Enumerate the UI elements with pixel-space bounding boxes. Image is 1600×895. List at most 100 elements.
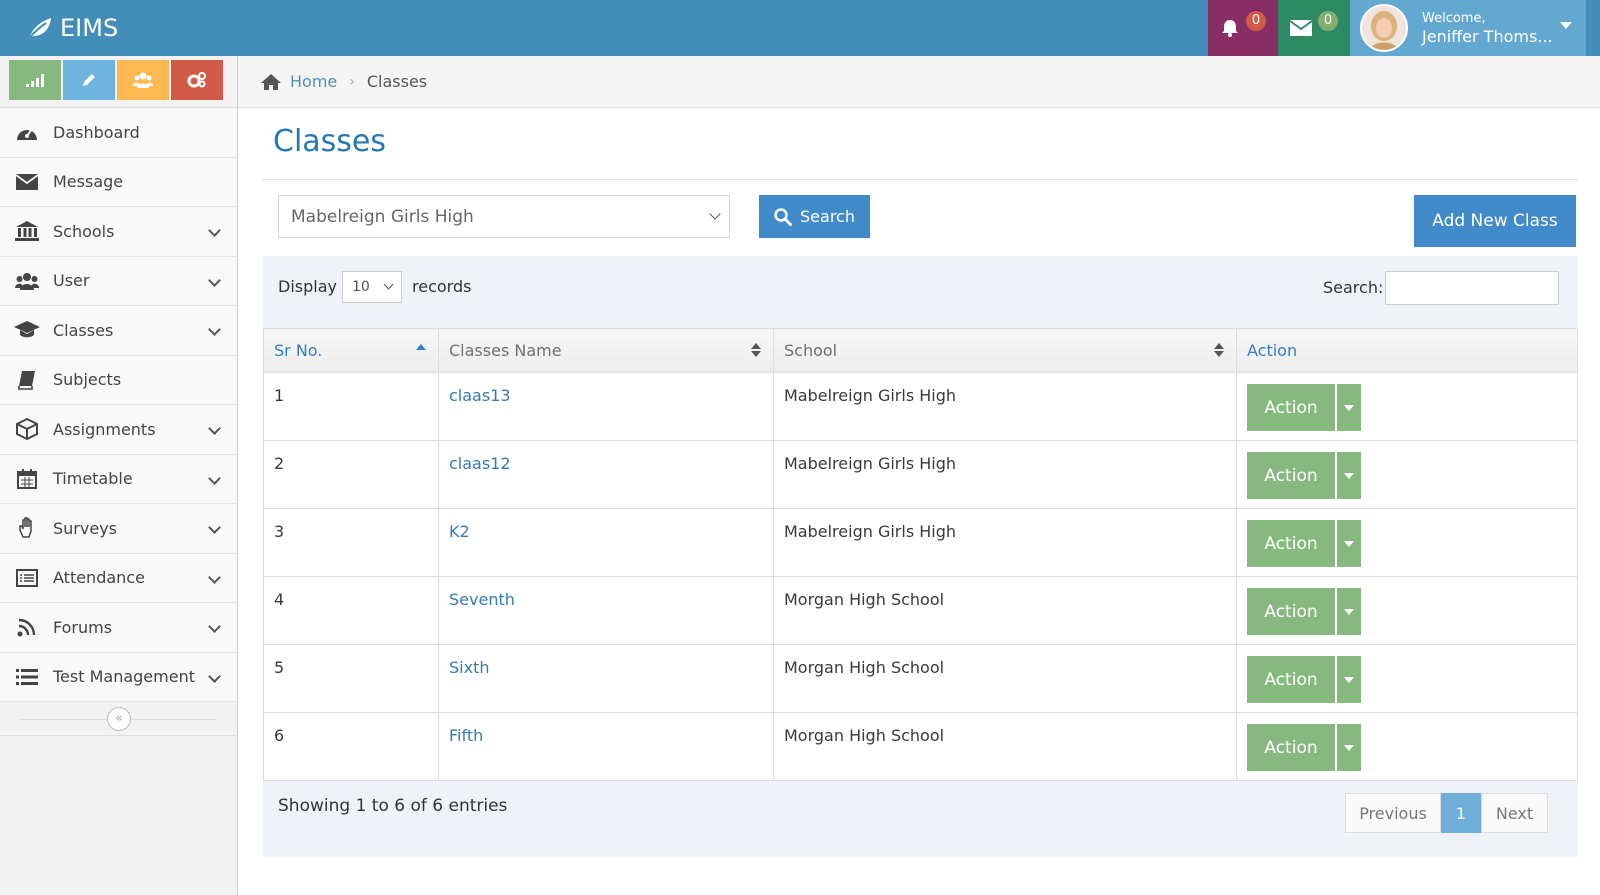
action-button-group: Action xyxy=(1247,588,1577,635)
sidebar-item-label: Forums xyxy=(53,617,113,637)
sidebar-item-label: Message xyxy=(53,172,124,192)
sidebar-item-message[interactable]: Message xyxy=(0,157,237,207)
notifications-button[interactable]: 0 xyxy=(1208,0,1278,56)
classes-table: Sr No. Classes Name School Action 1 claa… xyxy=(263,328,1578,781)
sidebar-item-dashboard[interactable]: Dashboard xyxy=(0,108,237,158)
sidebar-item-surveys[interactable]: Surveys xyxy=(0,504,237,554)
action-dropdown-toggle[interactable] xyxy=(1337,384,1361,431)
action-button[interactable]: Action xyxy=(1247,520,1335,567)
chevron-down-icon xyxy=(383,279,394,290)
sidebar-item-label: User xyxy=(53,271,90,291)
notifications-badge: 0 xyxy=(1246,11,1266,31)
sort-icon xyxy=(751,343,761,359)
caret-down-icon xyxy=(1344,608,1354,615)
shortcut-users-button[interactable] xyxy=(117,60,169,100)
brand-logo[interactable]: EIMS xyxy=(26,10,118,46)
cell-school: Morgan High School xyxy=(773,712,1237,781)
records-label: records xyxy=(412,277,472,296)
breadcrumb-current: Classes xyxy=(366,72,428,91)
display-label: Display xyxy=(278,277,337,296)
cell-sr-no: 1 xyxy=(263,372,439,441)
action-button-group: Action xyxy=(1247,384,1577,431)
school-select[interactable]: Mabelreign Girls High xyxy=(278,195,730,238)
user-menu[interactable]: Welcome, Jeniffer Thoms... xyxy=(1350,0,1586,56)
action-button-group: Action xyxy=(1247,520,1577,567)
table-header-row: Sr No. Classes Name School Action xyxy=(263,328,1578,373)
messages-badge: 0 xyxy=(1318,11,1338,31)
action-button[interactable]: Action xyxy=(1247,724,1335,771)
column-header-label: School xyxy=(784,341,838,360)
breadcrumb: Home › Classes xyxy=(238,56,1600,108)
action-button-group: Action xyxy=(1247,724,1577,771)
class-name-link[interactable]: claas12 xyxy=(438,440,774,509)
page-title: Classes xyxy=(273,124,387,159)
pagination-page-button[interactable]: 1 xyxy=(1441,793,1481,833)
sidebar-item-classes[interactable]: Classes xyxy=(0,306,237,356)
action-button[interactable]: Action xyxy=(1247,588,1335,635)
breadcrumb-home-link[interactable]: Home xyxy=(290,72,337,91)
users-icon xyxy=(133,72,153,88)
class-name-link[interactable]: Sixth xyxy=(438,644,774,713)
user-name: Jeniffer Thoms... xyxy=(1422,27,1553,46)
bell-icon xyxy=(1222,20,1238,37)
shortcut-edit-button[interactable] xyxy=(63,60,115,100)
cell-sr-no: 5 xyxy=(263,644,439,713)
sidebar-collapse-button[interactable]: « xyxy=(107,707,131,731)
column-header-school[interactable]: School xyxy=(773,328,1237,373)
action-dropdown-toggle[interactable] xyxy=(1337,520,1361,567)
cell-school: Mabelreign Girls High xyxy=(773,440,1237,509)
sidebar-item-label: Classes xyxy=(53,320,114,340)
sidebar-item-forums[interactable]: Forums xyxy=(0,603,237,653)
sidebar-item-user[interactable]: User xyxy=(0,256,237,306)
sidebar-item-timetable[interactable]: Timetable xyxy=(0,454,237,504)
sidebar-item-assignments[interactable]: Assignments xyxy=(0,405,237,455)
class-name-link[interactable]: claas13 xyxy=(438,372,774,441)
class-name-link[interactable]: K2 xyxy=(438,508,774,577)
sidebar-collapse-bar: « xyxy=(0,702,237,736)
action-dropdown-toggle[interactable] xyxy=(1337,724,1361,771)
cell-sr-no: 6 xyxy=(263,712,439,781)
caret-down-icon xyxy=(1344,676,1354,683)
sidebar-item-schools[interactable]: Schools xyxy=(0,207,237,257)
list-icon xyxy=(14,666,40,688)
action-dropdown-toggle[interactable] xyxy=(1337,656,1361,703)
chevron-down-icon xyxy=(208,471,221,485)
sidebar-item-subjects[interactable]: Subjects xyxy=(0,355,237,405)
action-button[interactable]: Action xyxy=(1247,656,1335,703)
class-name-link[interactable]: Fifth xyxy=(438,712,774,781)
sidebar-item-test-management[interactable]: Test Management xyxy=(0,652,237,702)
search-button[interactable]: Search xyxy=(759,195,870,238)
sidebar-item-attendance[interactable]: Attendance xyxy=(0,553,237,603)
sidebar-item-label: Surveys xyxy=(53,518,117,538)
class-name-link[interactable]: Seventh xyxy=(438,576,774,645)
add-new-class-button[interactable]: Add New Class xyxy=(1414,195,1576,247)
table-search-input[interactable] xyxy=(1385,271,1559,305)
action-button[interactable]: Action xyxy=(1247,384,1335,431)
welcome-text: Welcome, xyxy=(1422,11,1486,26)
cell-action: Action xyxy=(1236,712,1578,781)
column-header-sr-no[interactable]: Sr No. xyxy=(263,328,439,373)
shortcut-settings-button[interactable] xyxy=(171,60,223,100)
sidebar-item-label: Assignments xyxy=(53,419,156,439)
action-button[interactable]: Action xyxy=(1247,452,1335,499)
messages-button[interactable]: 0 xyxy=(1278,0,1350,56)
action-dropdown-toggle[interactable] xyxy=(1337,588,1361,635)
divider xyxy=(262,179,1578,180)
feed-icon xyxy=(14,616,40,638)
sidebar-shortcuts xyxy=(0,56,237,108)
chevron-right-icon: › xyxy=(349,73,355,90)
user-info: Welcome, Jeniffer Thoms... xyxy=(1422,10,1553,46)
action-dropdown-toggle[interactable] xyxy=(1337,452,1361,499)
cell-sr-no: 4 xyxy=(263,576,439,645)
shortcut-stats-button[interactable] xyxy=(9,60,61,100)
pagination-next-button[interactable]: Next xyxy=(1481,793,1548,833)
column-header-classes-name[interactable]: Classes Name xyxy=(438,328,774,373)
classes-table-wrapper: Sr No. Classes Name School Action 1 claa… xyxy=(263,328,1578,781)
graduation-cap-icon xyxy=(14,319,40,341)
pagination-previous-button[interactable]: Previous xyxy=(1345,793,1441,833)
book-icon xyxy=(14,369,40,391)
calendar-icon xyxy=(14,468,40,490)
page-length-select[interactable]: 10 xyxy=(342,271,402,303)
sidebar-item-label: Subjects xyxy=(53,370,122,390)
cube-icon xyxy=(14,418,40,441)
